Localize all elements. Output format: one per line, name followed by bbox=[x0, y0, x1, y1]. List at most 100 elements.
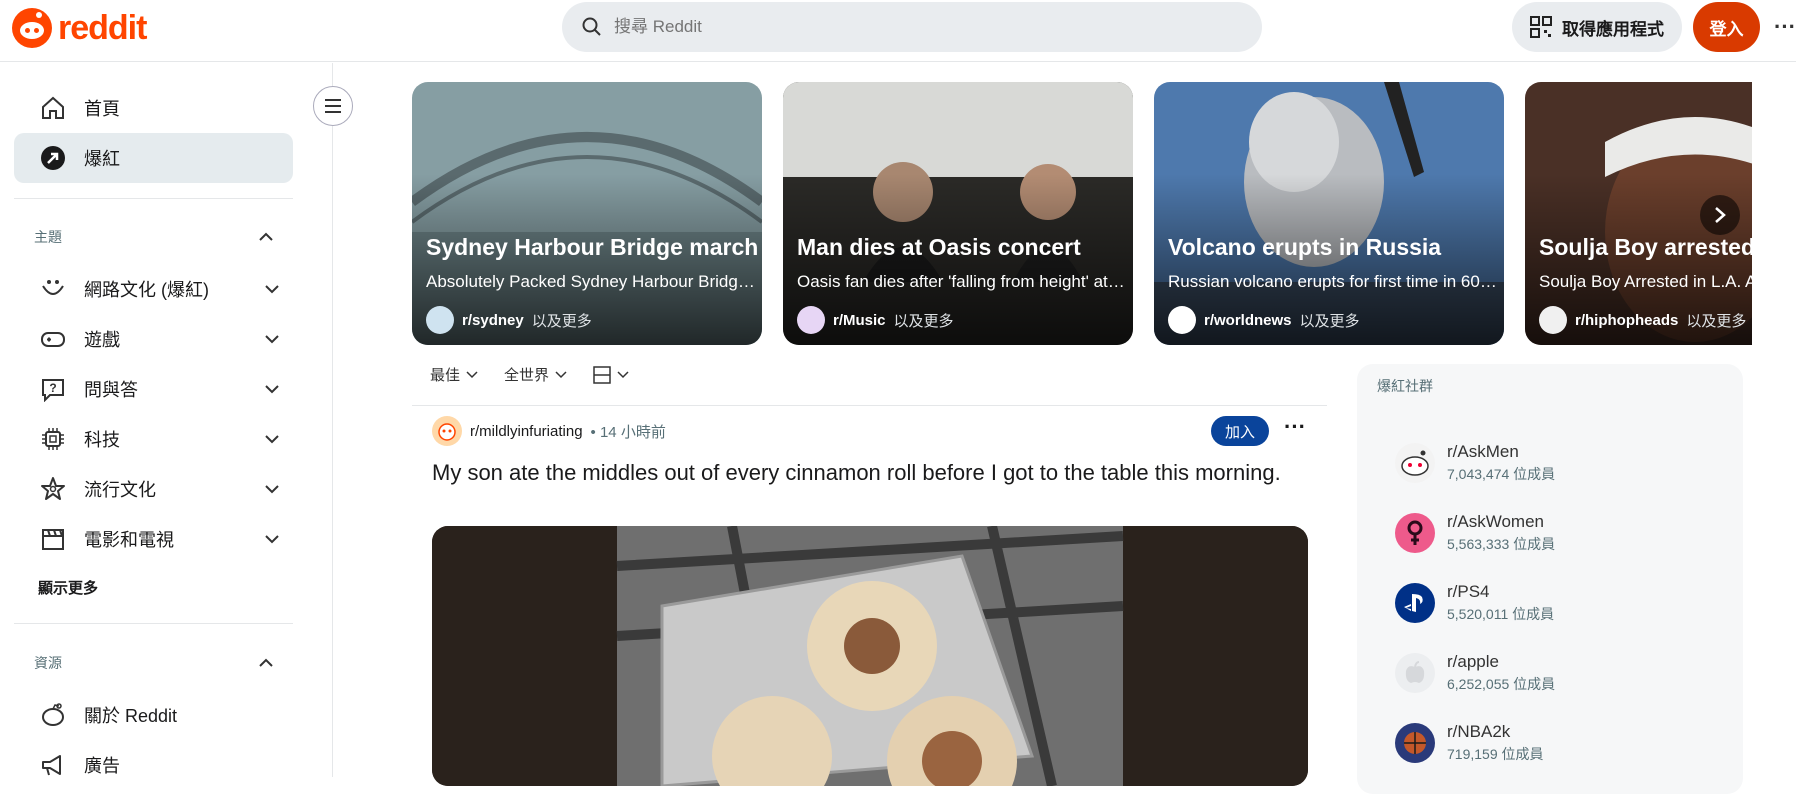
community-item[interactable]: r/AskWomen 5,563,333 位成員 bbox=[1395, 512, 1555, 554]
subreddit-avatar-icon[interactable] bbox=[432, 416, 462, 446]
resources-header[interactable]: 資源 bbox=[34, 653, 274, 673]
sort-best-dropdown[interactable]: 最佳 bbox=[430, 364, 478, 385]
collapse-sidebar-button[interactable] bbox=[313, 86, 353, 126]
card-subreddit[interactable]: r/worldnews bbox=[1204, 312, 1292, 329]
card-subreddit[interactable]: r/Music bbox=[833, 312, 886, 329]
menu-icon bbox=[325, 99, 341, 113]
topic-qa[interactable]: ? 問與答 bbox=[40, 369, 280, 409]
card-subreddit[interactable]: r/hiphopheads bbox=[1575, 312, 1678, 329]
sidebar-divider bbox=[14, 623, 293, 624]
sort-region-label: 全世界 bbox=[504, 367, 550, 384]
sort-region-dropdown[interactable]: 全世界 bbox=[504, 364, 567, 385]
reddit-logo-icon bbox=[12, 8, 52, 48]
qr-code-icon bbox=[1530, 16, 1552, 38]
resource-about-reddit[interactable]: 關於 Reddit bbox=[40, 695, 280, 735]
community-members: 5,520,011 位成員 bbox=[1447, 606, 1555, 622]
card-description: Russian volcano erupts for first time in… bbox=[1168, 272, 1498, 291]
trending-card[interactable]: Volcano erupts in Russia Russian volcano… bbox=[1154, 82, 1504, 345]
resources-header-label: 資源 bbox=[34, 655, 62, 671]
post-image-content bbox=[432, 526, 1308, 786]
login-button[interactable]: 登入 bbox=[1693, 2, 1760, 52]
post-more-icon[interactable]: ··· bbox=[1284, 416, 1306, 438]
carousel-next-button[interactable] bbox=[1700, 195, 1740, 235]
trending-card[interactable]: Man dies at Oasis concert Oasis fan dies… bbox=[783, 82, 1133, 345]
top-header: reddit 取得應用程式 登入 ··· bbox=[0, 0, 1796, 62]
show-more-link[interactable]: 顯示更多 bbox=[38, 577, 98, 598]
post-meta: r/mildlyinfuriating • 14 小時前 bbox=[432, 416, 666, 446]
megaphone-icon bbox=[1168, 306, 1196, 334]
chevron-down-icon bbox=[265, 535, 279, 544]
reddit-logo[interactable]: reddit bbox=[12, 8, 147, 48]
apple-icon bbox=[1395, 653, 1435, 693]
community-item[interactable]: r/PS4 5,520,011 位成員 bbox=[1395, 582, 1554, 624]
chevron-down-icon bbox=[265, 485, 279, 494]
chevron-down-icon bbox=[466, 370, 478, 378]
topic-label: 網路文化 (爆紅) bbox=[84, 280, 209, 300]
join-button[interactable]: 加入 bbox=[1211, 416, 1269, 446]
card-subreddit[interactable]: r/sydney bbox=[462, 312, 524, 329]
nav-popular[interactable]: 爆紅 bbox=[14, 133, 293, 183]
clapper-icon bbox=[42, 529, 64, 550]
popular-communities-title: 爆紅社群 bbox=[1377, 378, 1433, 394]
subreddit-avatar-icon bbox=[426, 306, 454, 334]
card-more: 以及更多 bbox=[1686, 312, 1747, 330]
card-description: Soulja Boy Arrested in L.A. After bbox=[1539, 272, 1752, 291]
home-icon bbox=[42, 96, 64, 119]
topic-movies-tv[interactable]: 電影和電視 bbox=[40, 519, 280, 559]
popular-communities-panel: 爆紅社群 r/AskMen 7,043,474 位成員 r/AskWomen 5,5… bbox=[1357, 364, 1743, 794]
post-image[interactable] bbox=[432, 526, 1308, 786]
topic-technology[interactable]: 科技 bbox=[40, 419, 280, 459]
get-app-button[interactable]: 取得應用程式 bbox=[1512, 2, 1682, 52]
sort-best-label: 最佳 bbox=[430, 367, 461, 384]
community-item[interactable]: r/AskMen 7,043,474 位成員 bbox=[1395, 442, 1555, 484]
community-item[interactable]: r/apple 6,252,055 位成員 bbox=[1395, 652, 1555, 694]
topic-label: 問與答 bbox=[84, 380, 138, 400]
topics-header[interactable]: 主題 bbox=[34, 227, 274, 247]
community-members: 7,043,474 位成員 bbox=[1447, 466, 1556, 482]
search-bar[interactable] bbox=[562, 2, 1262, 52]
card-more: 以及更多 bbox=[531, 312, 592, 330]
nav-popular-label: 爆紅 bbox=[84, 149, 120, 169]
card-title: Man dies at Oasis concert bbox=[797, 234, 1081, 260]
search-input[interactable] bbox=[614, 17, 1214, 37]
popular-icon bbox=[41, 146, 65, 170]
left-sidebar: 首頁 爆紅 主題 網路文化 (爆紅) 遊戲 ? 問與答 科技 流行文化 電影和電… bbox=[0, 63, 333, 777]
topics-header-label: 主題 bbox=[34, 229, 62, 245]
community-members: 6,252,055 位成員 bbox=[1447, 676, 1556, 692]
nba2k-icon bbox=[1395, 723, 1435, 763]
topic-internet-culture[interactable]: 網路文化 (爆紅) bbox=[40, 269, 280, 309]
chip-icon bbox=[42, 428, 64, 450]
chevron-down-icon bbox=[265, 335, 279, 344]
resource-advertise[interactable]: 廣告 bbox=[40, 745, 280, 785]
topic-label: 遊戲 bbox=[84, 330, 120, 350]
header-more-icon[interactable]: ··· bbox=[1774, 14, 1796, 40]
card-more: 以及更多 bbox=[893, 312, 954, 330]
chevron-down-icon bbox=[617, 370, 629, 378]
nav-home[interactable]: 首頁 bbox=[14, 83, 293, 133]
post-time: • 14 小時前 bbox=[590, 423, 666, 441]
card-title: Volcano erupts in Russia bbox=[1168, 234, 1442, 260]
trending-card[interactable]: Sydney Harbour Bridge march Absolutely P… bbox=[412, 82, 762, 345]
chevron-down-icon bbox=[555, 370, 567, 378]
smile-icon bbox=[42, 280, 64, 295]
card-title: Soulja Boy arrested bbox=[1539, 234, 1752, 260]
resource-label: 廣告 bbox=[84, 756, 120, 776]
view-toggle-dropdown[interactable] bbox=[593, 365, 629, 384]
community-item[interactable]: r/NBA2k 719,159 位成員 bbox=[1395, 722, 1544, 764]
topic-pop-culture[interactable]: 流行文化 bbox=[40, 469, 280, 509]
card-description: Absolutely Packed Sydney Harbour Bridge … bbox=[426, 272, 756, 291]
search-icon bbox=[582, 17, 601, 36]
post-title[interactable]: My son ate the middles out of every cinn… bbox=[432, 458, 1292, 488]
topic-gaming[interactable]: 遊戲 bbox=[40, 319, 280, 359]
community-name: r/NBA2k bbox=[1447, 722, 1511, 741]
playstation-icon bbox=[1395, 583, 1435, 623]
topic-label: 科技 bbox=[84, 430, 120, 450]
logo-text: reddit bbox=[58, 8, 147, 47]
gamepad-icon bbox=[41, 332, 65, 347]
topic-label: 電影和電視 bbox=[84, 530, 174, 550]
community-name: r/apple bbox=[1447, 652, 1499, 671]
feed-divider bbox=[412, 405, 1327, 406]
sidebar-divider bbox=[14, 198, 293, 199]
chevron-down-icon bbox=[265, 385, 279, 394]
post-subreddit-link[interactable]: r/mildlyinfuriating bbox=[470, 423, 583, 440]
